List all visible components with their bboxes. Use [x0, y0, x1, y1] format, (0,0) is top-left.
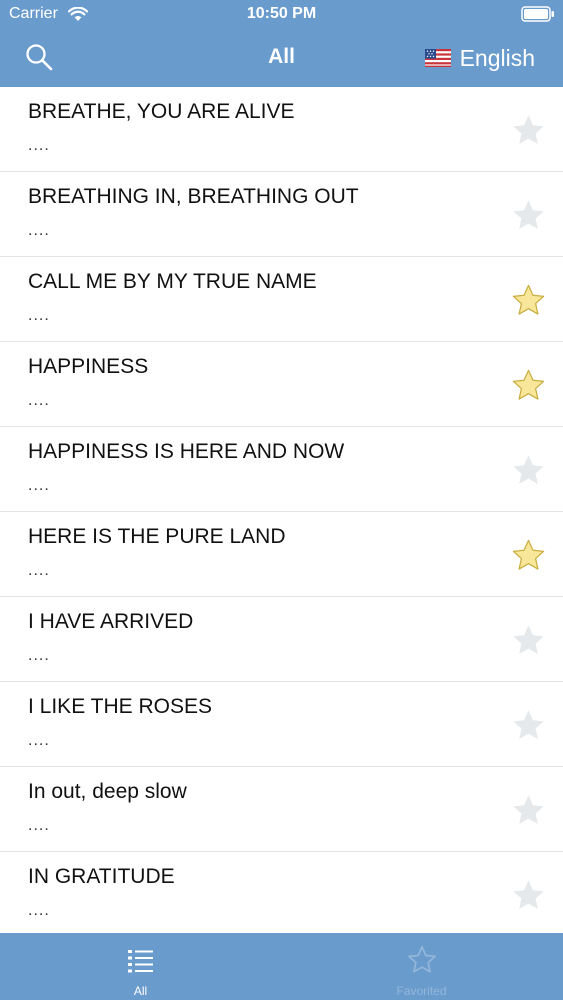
star-icon[interactable] — [510, 792, 547, 829]
item-subtitle: .... — [28, 307, 50, 324]
item-subtitle: .... — [28, 477, 50, 494]
item-title: I LIKE THE ROSES — [28, 695, 213, 718]
item-subtitle: .... — [28, 392, 50, 409]
list-item[interactable]: I LIKE THE ROSES .... — [0, 682, 563, 767]
item-subtitle: .... — [28, 137, 50, 154]
item-title: HAPPINESS — [28, 355, 149, 378]
star-outline-icon — [407, 946, 436, 973]
list-item[interactable]: In out, deep slow .... — [0, 767, 563, 852]
tab-bar: All Favorited — [0, 933, 563, 1000]
star-filled-icon[interactable] — [510, 537, 547, 574]
header: Carrier 10:50 PM All English — [0, 0, 563, 87]
quote-list: BREATHE, YOU ARE ALIVE .... BREATHING IN… — [0, 87, 563, 933]
item-subtitle: .... — [28, 562, 50, 579]
list-item[interactable]: HAPPINESS IS HERE AND NOW .... — [0, 427, 563, 512]
list-icon — [127, 950, 153, 973]
star-filled-icon[interactable] — [510, 282, 547, 319]
star-icon[interactable] — [510, 877, 547, 914]
language-label: English — [459, 44, 535, 71]
item-title: IN GRATITUDE — [28, 865, 175, 888]
list-item[interactable]: BREATHE, YOU ARE ALIVE .... — [0, 87, 563, 172]
item-title: BREATHING IN, BREATHING OUT — [28, 185, 359, 208]
item-title: CALL ME BY MY TRUE NAME — [28, 270, 317, 293]
list-item[interactable]: IN GRATITUDE .... — [0, 852, 563, 933]
status-bar: Carrier 10:50 PM — [0, 0, 563, 30]
tab-favorited[interactable]: Favorited — [281, 933, 562, 1000]
item-title: BREATHE, YOU ARE ALIVE — [28, 100, 295, 123]
item-title: HERE IS THE PURE LAND — [28, 525, 286, 548]
item-subtitle: .... — [28, 222, 50, 239]
star-filled-icon[interactable] — [510, 367, 547, 404]
navigation-bar: All English — [0, 30, 563, 87]
item-title: In out, deep slow — [28, 780, 187, 803]
star-icon[interactable] — [510, 112, 547, 149]
list-item[interactable]: BREATHING IN, BREATHING OUT .... — [0, 172, 563, 257]
search-icon[interactable] — [24, 42, 54, 72]
list-item[interactable]: HAPPINESS .... — [0, 342, 563, 427]
tab-all[interactable]: All — [0, 933, 281, 1000]
tab-all-label: All — [133, 984, 148, 998]
star-icon[interactable] — [510, 452, 547, 489]
item-subtitle: .... — [28, 902, 50, 919]
item-subtitle: .... — [28, 732, 50, 749]
item-title: I HAVE ARRIVED — [28, 610, 194, 633]
language-button[interactable]: English — [424, 43, 535, 73]
tab-favorited-label: Favorited — [396, 984, 447, 998]
item-subtitle: .... — [28, 647, 50, 664]
list-item[interactable]: I HAVE ARRIVED .... — [0, 597, 563, 682]
item-subtitle: .... — [28, 817, 50, 834]
item-title: HAPPINESS IS HERE AND NOW — [28, 440, 345, 463]
star-icon[interactable] — [510, 707, 547, 744]
clock: 10:50 PM — [246, 5, 317, 22]
us-flag-icon — [424, 49, 451, 67]
list-item[interactable]: CALL ME BY MY TRUE NAME .... — [0, 257, 563, 342]
battery-icon — [521, 6, 554, 22]
star-icon[interactable] — [510, 197, 547, 234]
star-icon[interactable] — [510, 622, 547, 659]
list-item[interactable]: HERE IS THE PURE LAND .... — [0, 512, 563, 597]
app-screen: Carrier 10:50 PM All English BREATHE, YO… — [0, 0, 563, 1000]
